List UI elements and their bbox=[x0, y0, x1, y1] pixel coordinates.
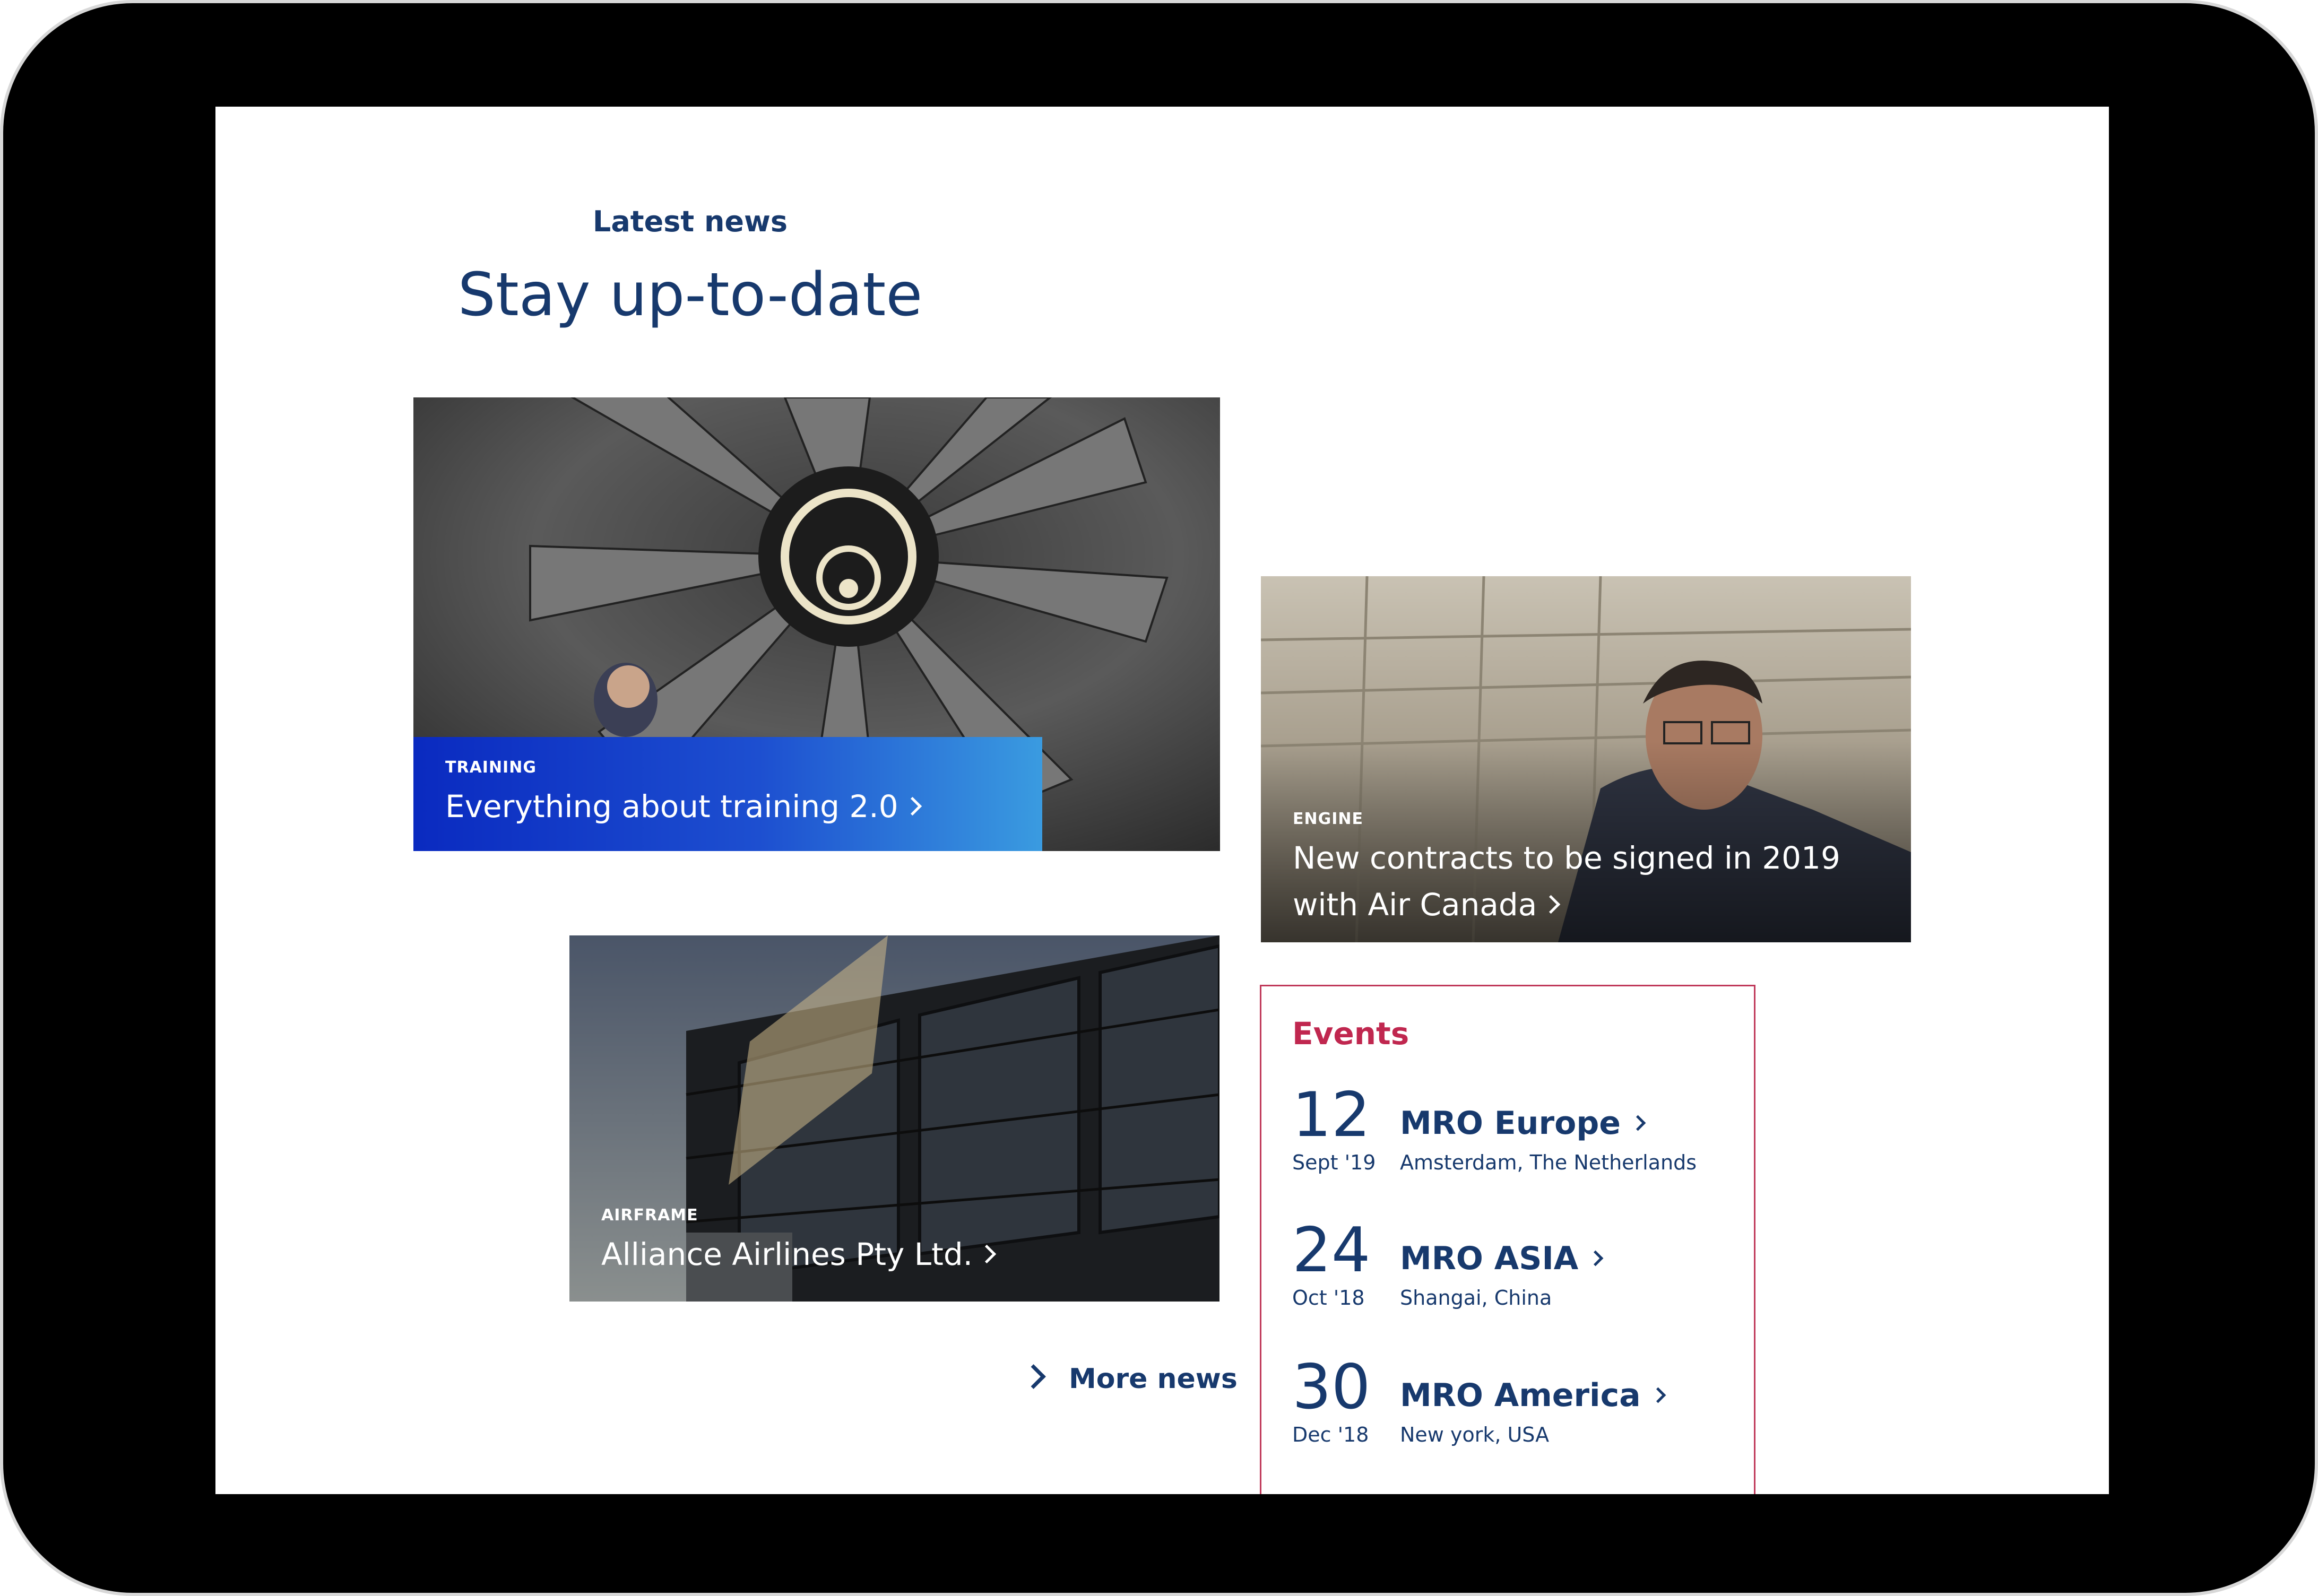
event-name-link[interactable]: MRO Europe bbox=[1400, 1105, 1646, 1142]
events-title: Events bbox=[1292, 1016, 1409, 1052]
news-headline-text: Alliance Airlines Pty Ltd. bbox=[601, 1236, 973, 1272]
event-month: Oct '18 bbox=[1292, 1286, 1365, 1309]
more-news-label: More news bbox=[1069, 1363, 1238, 1395]
more-news-link[interactable]: More news bbox=[1021, 1363, 1238, 1395]
chevron-right-icon bbox=[1021, 1364, 1046, 1389]
news-card-airframe[interactable]: AIRFRAME Alliance Airlines Pty Ltd. bbox=[569, 935, 1219, 1302]
event-day: 30 bbox=[1292, 1351, 1371, 1423]
chevron-right-icon bbox=[1650, 1387, 1666, 1403]
news-headline-link[interactable]: Everything about training 2.0 bbox=[445, 783, 922, 830]
events-panel: Events 12 Sept '19 MRO Europe Amsterdam,… bbox=[1260, 985, 1755, 1494]
event-name-link[interactable]: MRO America bbox=[1400, 1377, 1666, 1414]
event-name: MRO Europe bbox=[1400, 1105, 1621, 1142]
news-headline-text: Everything about training 2.0 bbox=[445, 788, 898, 825]
event-name: MRO ASIA bbox=[1400, 1240, 1579, 1277]
news-category-label: ENGINE bbox=[1293, 810, 1363, 828]
news-headline-link[interactable]: Alliance Airlines Pty Ltd. bbox=[601, 1231, 997, 1278]
engine-caption: ENGINE New contracts to be signed in 201… bbox=[1293, 810, 1840, 928]
training-caption: TRAINING Everything about training 2.0 bbox=[445, 758, 922, 830]
chevron-right-icon bbox=[903, 797, 922, 816]
news-headline-line2: with Air Canada bbox=[1293, 887, 1537, 923]
news-category-label: AIRFRAME bbox=[601, 1206, 698, 1225]
chevron-right-icon bbox=[1542, 895, 1561, 914]
event-month: Dec '18 bbox=[1292, 1423, 1369, 1446]
news-card-training[interactable]: TRAINING Everything about training 2.0 bbox=[413, 397, 1220, 851]
event-place: Shangai, China bbox=[1400, 1286, 1552, 1309]
section-title: Stay up-to-date bbox=[457, 261, 923, 329]
news-category-label: TRAINING bbox=[445, 758, 537, 777]
chevron-right-icon bbox=[1587, 1250, 1604, 1267]
news-headline-link[interactable]: New contracts to be signed in 2019 with … bbox=[1293, 835, 1840, 928]
page-screen: Latest news Stay up-to-date TRAINING Eve… bbox=[215, 107, 2109, 1494]
event-place: Amsterdam, The Netherlands bbox=[1400, 1151, 1697, 1174]
event-name-link[interactable]: MRO ASIA bbox=[1400, 1240, 1604, 1277]
event-month: Sept '19 bbox=[1292, 1151, 1376, 1174]
event-day: 24 bbox=[1292, 1215, 1371, 1286]
event-name: MRO America bbox=[1400, 1377, 1641, 1414]
event-place: New york, USA bbox=[1400, 1423, 1550, 1446]
airframe-caption: AIRFRAME Alliance Airlines Pty Ltd. bbox=[601, 1206, 997, 1278]
news-card-engine[interactable]: ENGINE New contracts to be signed in 201… bbox=[1261, 576, 1911, 942]
chevron-right-icon bbox=[1630, 1115, 1646, 1131]
section-eyebrow: Latest news bbox=[592, 205, 788, 238]
tablet-frame: Latest news Stay up-to-date TRAINING Eve… bbox=[0, 0, 2318, 1596]
chevron-right-icon bbox=[977, 1245, 997, 1264]
event-day: 12 bbox=[1292, 1079, 1371, 1151]
news-headline-line1: New contracts to be signed in 2019 bbox=[1293, 840, 1840, 876]
